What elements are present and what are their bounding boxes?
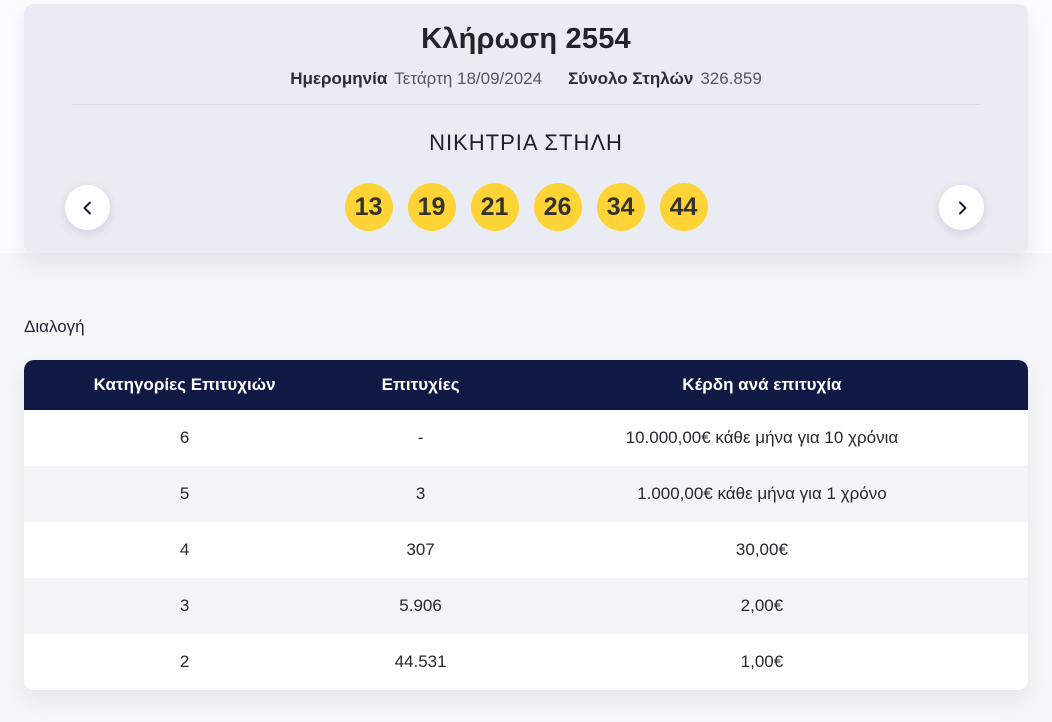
chevron-left-icon: [80, 200, 96, 216]
winning-number-ball: 26: [533, 183, 582, 231]
winning-number-ball: 21: [470, 183, 519, 231]
total-columns: Σύνολο Στηλών 326.859: [568, 69, 762, 89]
winning-column-title: ΝΙΚΗΤΡΙΑ ΣΤΗΛΗ: [429, 130, 623, 155]
prize-cell: 30,00€: [735, 540, 788, 559]
table-row: 6 - 10.000,00€ κάθε μήνα για 10 χρόνια: [24, 410, 1028, 466]
prize-cell: 1,00€: [740, 652, 784, 671]
winning-number-ball: 44: [659, 183, 708, 231]
divider: [72, 104, 980, 105]
winning-number-ball: 19: [407, 183, 456, 231]
total-columns-label: Σύνολο Στηλών: [568, 69, 694, 88]
winners-cell: 3: [415, 484, 426, 503]
results-table: Κατηγορίες Επιτυχιών Επιτυχίες Κέρδη ανά…: [24, 360, 1028, 690]
winners-cell: 44.531: [394, 652, 447, 671]
prize-cell: 2,00€: [740, 596, 784, 615]
prize-cell: 1.000,00€ κάθε μήνα για 1 χρόνο: [637, 484, 887, 503]
previous-draw-button[interactable]: [65, 185, 110, 230]
total-columns-value: 326.859: [700, 69, 762, 88]
category-cell: 2: [179, 652, 190, 671]
table-row: 4 307 30,00€: [24, 522, 1028, 578]
results-section-title: Διαλογή: [24, 317, 85, 336]
category-cell: 4: [179, 540, 190, 559]
winning-number-ball: 34: [596, 183, 645, 231]
draw-meta-row: Ημερομηνία Τετάρτη 18/09/2024 Σύνολο Στη…: [24, 69, 1028, 89]
draw-date-value: Τετάρτη 18/09/2024: [394, 69, 543, 88]
table-header-prize: Κέρδη ανά επιτυχία: [682, 375, 842, 394]
winners-cell: 307: [406, 540, 435, 559]
table-header-row: Κατηγορίες Επιτυχιών Επιτυχίες Κέρδη ανά…: [24, 360, 1028, 410]
draw-title: Κλήρωση 2554: [421, 23, 631, 55]
chevron-right-icon: [954, 200, 970, 216]
draw-date-label: Ημερομηνία: [290, 69, 388, 88]
winners-cell: 5.906: [399, 596, 442, 615]
draw-section: Κλήρωση 2554 Ημερομηνία Τετάρτη 18/09/20…: [0, 0, 1052, 253]
prize-cell: 10.000,00€ κάθε μήνα για 10 χρόνια: [625, 428, 899, 447]
next-draw-button[interactable]: [939, 185, 984, 230]
winners-cell: -: [417, 428, 424, 447]
results-section: Διαλογή Κατηγορίες Επιτυχιών Επιτυχίες Κ…: [0, 253, 1052, 722]
table-row: 3 5.906 2,00€: [24, 578, 1028, 634]
winning-number-ball: 13: [344, 183, 393, 231]
winning-numbers-row: 13 19 21 26 34 44: [24, 183, 1028, 231]
draw-date: Ημερομηνία Τετάρτη 18/09/2024: [290, 69, 542, 89]
table-header-winners: Επιτυχίες: [381, 375, 460, 394]
category-cell: 6: [179, 428, 190, 447]
table-row: 5 3 1.000,00€ κάθε μήνα για 1 χρόνο: [24, 466, 1028, 522]
category-cell: 3: [179, 596, 190, 615]
category-cell: 5: [179, 484, 190, 503]
table-header-categories: Κατηγορίες Επιτυχιών: [93, 375, 276, 394]
table-row: 2 44.531 1,00€: [24, 634, 1028, 690]
lottery-results-page: Κλήρωση 2554 Ημερομηνία Τετάρτη 18/09/20…: [0, 0, 1052, 722]
draw-card: Κλήρωση 2554 Ημερομηνία Τετάρτη 18/09/20…: [24, 4, 1028, 253]
